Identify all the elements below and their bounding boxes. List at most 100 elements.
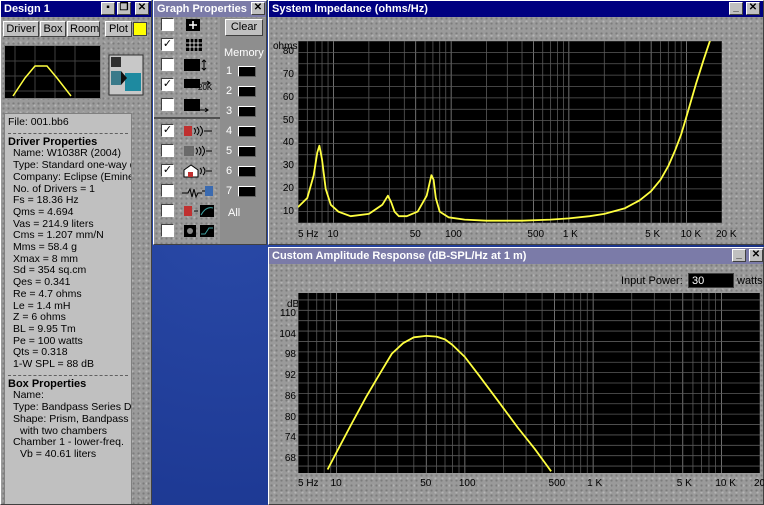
impedance-y-tick-label: 60	[282, 91, 294, 103]
amplitude-x-tick-label: 5 K	[676, 478, 692, 489]
impedance-title: System Impedance (ohms/Hz)	[272, 3, 428, 15]
graph-checkbox[interactable]	[161, 184, 174, 197]
memory-slot[interactable]: 6	[226, 164, 266, 178]
memory-swatch[interactable]	[238, 146, 256, 157]
graph-checkbox[interactable]: ✓	[161, 164, 174, 177]
graph-properties-titlebar[interactable]: Graph Properties	[154, 1, 266, 17]
memory-slot-number: 5	[226, 145, 233, 157]
amplitude-y-tick-label: 86	[284, 390, 296, 402]
driver-property: Mms = 58.4 g	[13, 241, 77, 254]
graph-checkbox[interactable]	[161, 224, 174, 237]
amplitude-x-tick-label: 50	[420, 478, 432, 489]
driver-property: Re = 4.7 ohms	[13, 287, 82, 300]
memory-label: Memory	[224, 47, 264, 59]
tab-plot[interactable]: Plot	[105, 21, 132, 37]
amplitude-x-tick-label: 5 Hz	[298, 478, 319, 489]
memory-slot[interactable]: 1	[226, 64, 266, 78]
impedance-x-tick-label: 50	[409, 229, 421, 240]
impedance-plot-area[interactable]	[297, 29, 723, 224]
input-power-field[interactable]	[688, 273, 734, 288]
save-icon[interactable]: ▪	[101, 2, 115, 15]
amplitude-plot-area[interactable]	[297, 293, 761, 473]
amplitude-y-tick-label: 92	[284, 370, 296, 382]
impedance-y-tick-label: 50	[282, 114, 294, 126]
amplitude-y-tick-label: 68	[284, 453, 296, 465]
box-diagram-icon[interactable]	[107, 53, 145, 97]
crossover-icon[interactable]	[176, 184, 216, 199]
amplitude-y-tick-label: 80	[284, 411, 296, 423]
thumbnail-curve	[5, 46, 100, 98]
graph-divider	[154, 117, 220, 119]
close-icon[interactable]: ✕	[251, 2, 265, 15]
impedance-titlebar[interactable]: System Impedance (ohms/Hz)	[269, 1, 763, 17]
impedance-y-tick-label: 70	[282, 69, 294, 81]
vertical-scale-icon[interactable]	[176, 58, 216, 72]
memory-swatch[interactable]	[238, 66, 256, 77]
impedance-y-tick-label: 20	[282, 182, 294, 194]
driver-sound-icon[interactable]	[176, 124, 216, 138]
amplitude-titlebar[interactable]: Custom Amplitude Response (dB-SPL/Hz at …	[269, 248, 763, 264]
graph-checkbox[interactable]: ✓	[161, 38, 174, 51]
driver-property: Qms = 4.694	[13, 205, 74, 218]
amplitude-x-tick-label: 10	[330, 478, 342, 489]
impedance-y-tick-label: 10	[282, 205, 294, 217]
memory-swatch[interactable]	[238, 126, 256, 137]
box-sound-icon[interactable]	[176, 144, 216, 158]
minimize-icon[interactable]: _	[732, 249, 746, 262]
add-graph-icon[interactable]	[176, 18, 216, 32]
grid-icon[interactable]	[176, 38, 216, 52]
horizontal-scale-icon[interactable]	[176, 98, 216, 113]
response-thumbnail[interactable]	[4, 45, 101, 99]
memory-slot[interactable]: 4	[226, 124, 266, 138]
memory-swatch[interactable]	[238, 106, 256, 117]
memory-swatch[interactable]	[238, 86, 256, 97]
divider	[8, 374, 128, 376]
graph-checkbox[interactable]	[161, 98, 174, 111]
box-properties-list: Name: Type: Bandpass Series D Shape: Prism…	[8, 390, 131, 460]
graph-checkbox[interactable]	[161, 204, 174, 217]
amplitude-y-tick-label: 104	[279, 328, 296, 340]
tab-box[interactable]: Box	[40, 21, 66, 37]
close-icon[interactable]: ✕	[135, 2, 149, 15]
amplitude-x-tick-label: 500	[548, 478, 566, 489]
graph-checkbox[interactable]: ✓	[161, 124, 174, 137]
impedance-x-tick-label: 500	[527, 229, 545, 240]
memory-swatch[interactable]	[238, 166, 256, 177]
impedance-x-tick-label: 10 K	[680, 229, 702, 240]
input-power-unit: watts	[737, 275, 763, 287]
all-memory-button[interactable]: All	[228, 207, 240, 219]
restore-icon[interactable]: ❐	[117, 2, 131, 15]
amplitude-title: Custom Amplitude Response (dB-SPL/Hz at …	[272, 250, 527, 262]
tab-driver[interactable]: Driver	[3, 21, 39, 37]
memory-slot[interactable]: 2	[226, 84, 266, 98]
amplitude-y-tick-label: 74	[284, 432, 296, 444]
graph-checkbox[interactable]: ✓	[161, 78, 174, 91]
room-sound-icon[interactable]	[176, 164, 216, 178]
amplitude-x-tick-label: 20 K	[754, 478, 764, 489]
memory-slot-number: 7	[226, 185, 233, 197]
memory-slot[interactable]: 5	[226, 144, 266, 158]
impedance-x-tick-label: 20 K	[716, 229, 737, 240]
properties-panel[interactable]: File: 001.bb6 Driver Properties Name: W1…	[4, 113, 132, 504]
driver-property: 1-W SPL = 88 dB	[13, 358, 95, 371]
graph-checkbox[interactable]	[161, 144, 174, 157]
impedance-chart	[297, 29, 723, 224]
close-icon[interactable]: ✕	[746, 2, 760, 15]
close-icon[interactable]: ✕	[749, 249, 763, 262]
extend-20k-icon[interactable]: 20K	[176, 78, 216, 92]
box-property: Shape: Prism, Bandpass	[13, 412, 129, 425]
minimize-icon[interactable]: _	[729, 2, 743, 15]
clear-button[interactable]: Clear	[225, 19, 263, 36]
graph-checkbox[interactable]	[161, 18, 174, 31]
speaker-eq-icon[interactable]	[176, 204, 216, 218]
memory-swatch[interactable]	[238, 186, 256, 197]
amplifier-icon[interactable]	[176, 224, 216, 238]
impedance-x-tick-label: 100	[445, 229, 462, 240]
divider	[8, 132, 128, 134]
tab-room[interactable]: Room	[67, 21, 100, 37]
plot-color-swatch[interactable]	[133, 22, 147, 36]
box-property: Vb = 40.61 liters	[20, 447, 97, 460]
memory-slot[interactable]: 3	[226, 104, 266, 118]
graph-checkbox[interactable]	[161, 58, 174, 71]
memory-slot[interactable]: 7	[226, 184, 266, 198]
